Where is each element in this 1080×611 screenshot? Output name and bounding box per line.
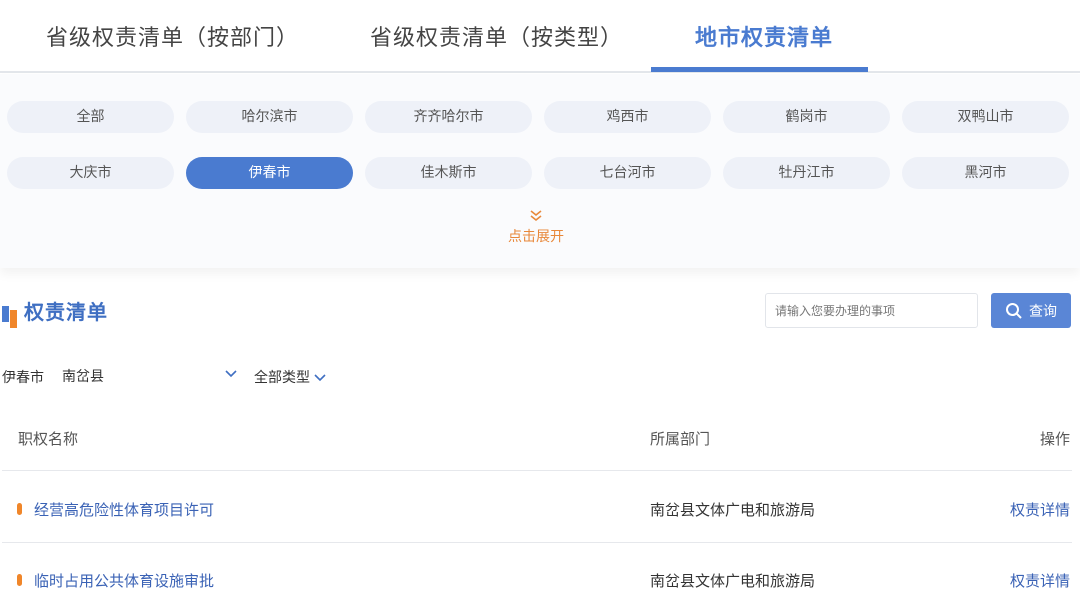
- department-cell: 南岔县文体广电和旅游局: [650, 572, 816, 590]
- county-select[interactable]: 南岔县: [62, 366, 104, 386]
- details-link[interactable]: 权责详情: [1010, 499, 1070, 520]
- column-header-department: 所属部门: [650, 430, 711, 448]
- city-pill-jiamusi[interactable]: 佳木斯市: [365, 157, 532, 189]
- city-filter-panel: 全部 哈尔滨市 齐齐哈尔市 鸡西市 鹤岗市 双鸭山市 大庆市 伊春市 佳木斯市 …: [0, 74, 1080, 268]
- city-pill-all[interactable]: 全部: [7, 101, 174, 133]
- department-cell: 南岔县文体广电和旅游局: [650, 501, 816, 519]
- city-pill-daqing[interactable]: 大庆市: [7, 157, 174, 189]
- section-title: 权责清单: [24, 300, 108, 324]
- city-pill-yichun[interactable]: 伊春市: [186, 157, 353, 189]
- city-pill-qitaihe[interactable]: 七台河市: [544, 157, 711, 189]
- city-pill-shuangyashan[interactable]: 双鸭山市: [902, 101, 1069, 133]
- type-select-label: 全部类型: [254, 370, 310, 386]
- tab-city-list[interactable]: 地市权责清单: [695, 20, 833, 52]
- type-select[interactable]: 全部类型: [254, 367, 327, 387]
- table-divider: [2, 542, 1072, 543]
- tab-provincial-by-department[interactable]: 省级权责清单（按部门）: [46, 20, 299, 52]
- bullet-marker: [17, 503, 22, 515]
- bullet-marker: [17, 574, 22, 586]
- search-icon: [1006, 302, 1022, 319]
- table-row: 经营高危险性体育项目许可 南岔县文体广电和旅游局 权责详情: [0, 491, 1080, 531]
- city-pill-qiqihar[interactable]: 齐齐哈尔市: [365, 101, 532, 133]
- details-link[interactable]: 权责详情: [1010, 570, 1070, 591]
- list-section-icon: [2, 306, 17, 328]
- tab-bar: 省级权责清单（按部门） 省级权责清单（按类型） 地市权责清单: [0, 0, 1080, 73]
- column-header-operation: 操作: [1040, 430, 1071, 448]
- double-chevron-down-icon: [530, 210, 542, 222]
- city-pill-jixi[interactable]: 鸡西市: [544, 101, 711, 133]
- city-pill-heihe[interactable]: 黑河市: [902, 157, 1069, 189]
- chevron-down-icon: [314, 374, 326, 382]
- power-name-link[interactable]: 临时占用公共体育设施审批: [34, 570, 214, 591]
- column-header-power-name: 职权名称: [18, 430, 79, 448]
- filter-city-label: 伊春市: [2, 370, 44, 386]
- power-name-link[interactable]: 经营高危险性体育项目许可: [34, 499, 214, 520]
- expand-label: 点击展开: [508, 229, 564, 245]
- active-tab-indicator: [651, 67, 868, 72]
- chevron-down-icon[interactable]: [224, 366, 238, 380]
- table-divider: [2, 470, 1072, 471]
- city-pill-harbin[interactable]: 哈尔滨市: [186, 101, 353, 133]
- expand-button[interactable]: 点击展开: [480, 208, 592, 246]
- city-pill-mudanjiang[interactable]: 牡丹江市: [723, 157, 890, 189]
- city-pill-hegang[interactable]: 鹤岗市: [723, 101, 890, 133]
- search-button[interactable]: 查询: [991, 293, 1071, 328]
- search-input[interactable]: [765, 293, 978, 328]
- table-row: 临时占用公共体育设施审批 南岔县文体广电和旅游局 权责详情: [0, 562, 1080, 602]
- search-button-label: 查询: [1029, 303, 1057, 320]
- tab-provincial-by-type[interactable]: 省级权责清单（按类型）: [370, 20, 623, 52]
